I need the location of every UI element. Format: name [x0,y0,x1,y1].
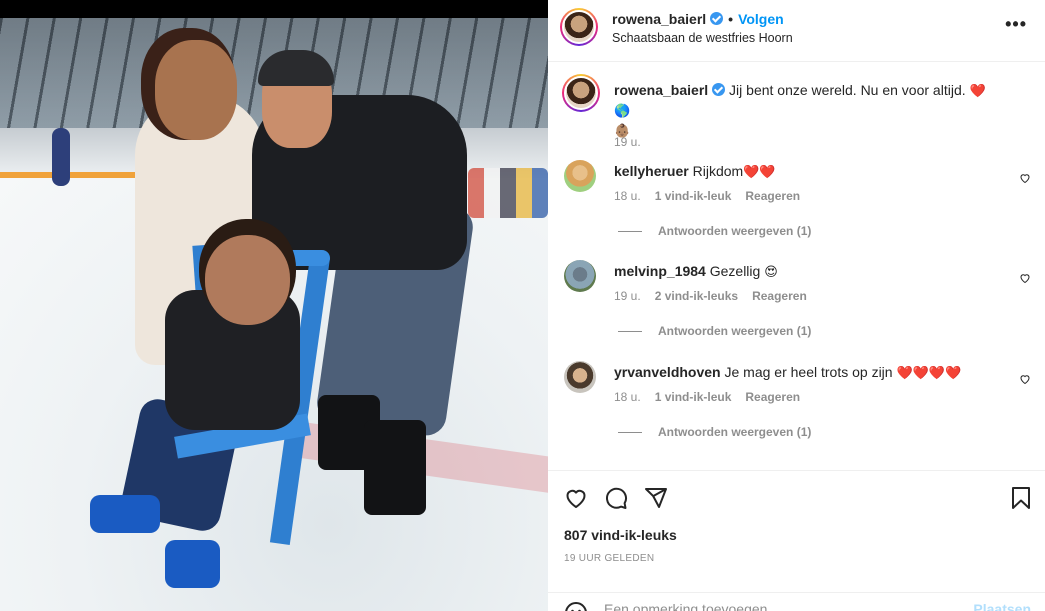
post-photo[interactable] [0,0,548,611]
like-comment-heart-icon[interactable] [1019,272,1031,284]
comment-reply-button[interactable]: Reageren [745,390,800,404]
comment-icon[interactable] [604,486,628,510]
post-comment-button[interactable]: Plaatsen [973,601,1031,611]
follow-button[interactable]: Volgen [738,11,784,27]
comment-emoji: ❤️❤️ [743,165,776,180]
comment-body: melvinp_1984 Gezellig 😍 [614,262,994,282]
comments-list[interactable]: rowena_baierl Jij bent onze wereld. Nu e… [548,62,1045,470]
comment-meta: 19 u. 2 vind-ik-leuks Reageren [614,289,807,303]
comment-body: kellyheruer Rijkdom❤️❤️ [614,162,994,182]
comment-time[interactable]: 18 u. [614,390,641,404]
comment-emoji: ❤️❤️❤️❤️ [896,366,962,381]
replies-line [618,231,642,233]
background-skaters [468,168,548,218]
smiley-icon[interactable] [564,601,588,611]
comment-meta: 18 u. 1 vind-ik-leuk Reageren [614,189,800,203]
comment-body: yrvanveldhoven Je mag er heel trots op z… [614,363,994,383]
post-date[interactable]: 19 UUR GELEDEN [564,553,654,564]
comment-reply-button[interactable]: Reageren [752,289,807,303]
comment-likes[interactable]: 2 vind-ik-leuks [655,289,738,303]
bookmark-icon[interactable] [1010,486,1032,510]
comment-likes[interactable]: 1 vind-ik-leuk [655,390,732,404]
comment-username[interactable]: melvinp_1984 [614,263,706,279]
caption-username[interactable]: rowena_baierl [614,82,708,98]
post-sidebar: rowena_baierl • Volgen Schaatsbaan de west… [548,0,1045,611]
likes-count[interactable]: 807 vind-ik-leuks [564,527,677,543]
comment-time[interactable]: 18 u. [614,189,641,203]
child-skate-left [90,495,160,533]
verified-badge-icon [712,83,726,96]
post-header: rowena_baierl • Volgen Schaatsbaan de west… [548,0,1045,62]
comment-text: Je mag er heel trots op zijn [724,364,893,380]
commenter-avatar[interactable] [564,361,596,393]
caption-body: rowena_baierl Jij bent onze wereld. Nu e… [614,81,994,141]
caption-text: Jij bent onze wereld. Nu en voor altijd. [729,82,966,98]
replies-line [618,331,642,333]
comment-input[interactable]: Een opmerking toevoegen... [604,601,779,611]
post-actions: 807 vind-ik-leuks 19 UUR GELEDEN Een opm… [548,470,1045,611]
comment-meta: 18 u. 1 vind-ik-leuk Reageren [614,390,800,404]
comment-text: Gezellig [709,263,761,279]
comment-reply-button[interactable]: Reageren [745,189,800,203]
view-replies-label: Antwoorden weergeven (1) [658,425,812,439]
commenter-avatar[interactable] [564,260,596,292]
comment-emoji: 😍 [764,265,778,280]
background-skater [52,128,70,186]
paper-plane-icon[interactable] [644,486,668,510]
view-replies-label: Antwoorden weergeven (1) [658,224,812,238]
child-skate-right [165,540,220,588]
verified-badge-icon [710,12,724,25]
author-username[interactable]: rowena_baierl [612,11,706,27]
man-skate-right [364,420,426,515]
separator-dot: • [728,11,734,27]
replies-line [618,432,642,434]
woman-head [155,40,237,140]
comment-text: Rijkdom [692,163,744,179]
comment-username[interactable]: yrvanveldhoven [614,364,721,380]
heart-icon[interactable] [564,486,588,510]
view-replies-label: Antwoorden weergeven (1) [658,324,812,338]
author-avatar[interactable] [560,8,598,46]
view-replies-button[interactable]: Antwoorden weergeven (1) [618,324,811,338]
author-line: rowena_baierl • Volgen [612,11,784,27]
photo-top-bar [0,0,548,18]
like-comment-heart-icon[interactable] [1019,172,1031,184]
caption-time[interactable]: 19 u. [614,135,641,149]
like-comment-heart-icon[interactable] [1019,373,1031,385]
child-head [205,235,290,325]
caption-avatar[interactable] [562,74,600,112]
view-replies-button[interactable]: Antwoorden weergeven (1) [618,425,811,439]
commenter-avatar[interactable] [564,160,596,192]
comment-likes[interactable]: 1 vind-ik-leuk [655,189,732,203]
more-options-icon[interactable]: ••• [1005,14,1027,35]
post-location[interactable]: Schaatsbaan de westfries Hoorn [612,31,793,45]
comment-time[interactable]: 19 u. [614,289,641,303]
view-replies-button[interactable]: Antwoorden weergeven (1) [618,224,811,238]
add-comment-bar: Een opmerking toevoegen... Plaatsen [548,592,1045,611]
comment-username[interactable]: kellyheruer [614,163,689,179]
